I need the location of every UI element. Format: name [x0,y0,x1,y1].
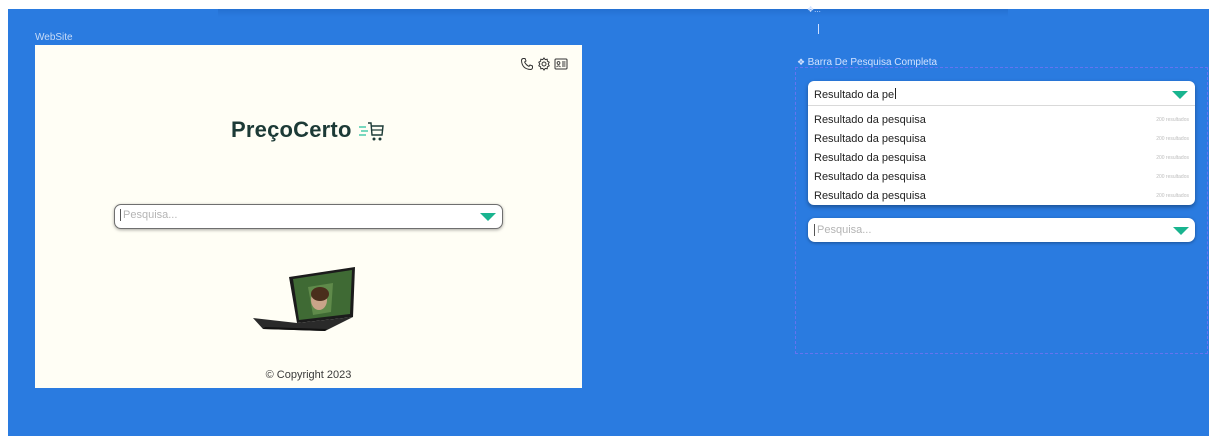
search-input[interactable]: Pesquisa... [120,209,177,221]
canvas-shadow [218,9,1008,17]
brand-name: PreçoCerto [231,117,352,142]
list-item[interactable]: Resultado da pesquisa 200 resultados [808,188,1195,207]
website-frame[interactable]: PreçoCerto Pesquisa... © Copyright 2023 [35,45,582,388]
component-variant-label[interactable]: ❖... [807,5,821,14]
contact-card-icon[interactable] [554,57,568,71]
result-count: 200 resultados [1156,117,1189,123]
search-dropdown-collapsed[interactable]: Pesquisa... [808,218,1195,242]
result-text: Resultado da pesquisa [814,171,926,183]
connector-line [818,24,819,34]
copyright-text: © Copyright 2023 [265,369,352,381]
search-input-value: Resultado da pe [814,89,895,101]
result-count: 200 resultados [1156,174,1189,180]
phone-icon[interactable] [520,57,534,71]
list-item[interactable]: Resultado da pesquisa 200 resultados [808,112,1195,131]
result-text: Resultado da pesquisa [814,152,926,164]
result-count: 200 resultados [1156,193,1189,199]
dropdown-arrow-icon[interactable] [1172,91,1188,99]
list-item[interactable]: Resultado da pesquisa 200 resultados [808,169,1195,188]
search-input-active[interactable]: Resultado da pe [808,81,1195,106]
cart-logo-icon [359,120,385,147]
dropdown-arrow-icon[interactable] [480,213,496,221]
list-item[interactable]: Resultado da pesquisa 200 resultados [808,150,1195,169]
result-text: Resultado da pesquisa [814,114,926,126]
result-count: 200 resultados [1156,155,1189,161]
gear-icon[interactable] [537,57,551,71]
results-list: Resultado da pesquisa 200 resultados Res… [808,112,1195,207]
list-item[interactable]: Resultado da pesquisa 200 resultados [808,131,1195,150]
search-input[interactable]: Pesquisa... [814,224,871,236]
result-count: 200 resultados [1156,136,1189,142]
text-cursor [895,88,897,99]
dropdown-arrow-icon[interactable] [1173,227,1189,235]
header-icons [520,57,568,71]
result-text: Resultado da pesquisa [814,190,926,202]
result-text: Resultado da pesquisa [814,133,926,145]
search-dropdown[interactable]: Pesquisa... [114,204,503,229]
website-frame-label[interactable]: WebSite [35,32,73,43]
laptop-image [253,267,361,336]
search-dropdown-expanded[interactable]: Resultado da pe Resultado da pesquisa 20… [808,81,1195,205]
